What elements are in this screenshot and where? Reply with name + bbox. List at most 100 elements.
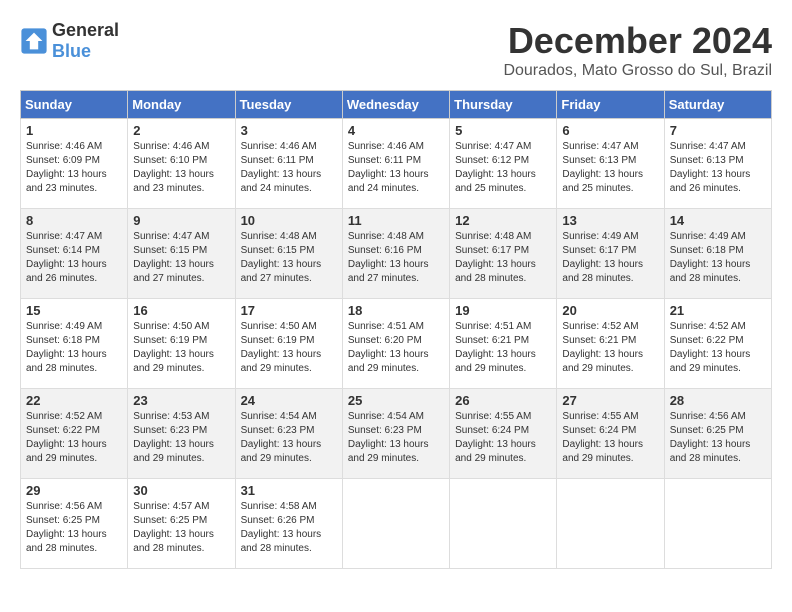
day-number: 18	[348, 303, 444, 318]
day-number: 21	[670, 303, 766, 318]
day-number: 12	[455, 213, 551, 228]
day-number: 16	[133, 303, 229, 318]
calendar-cell: 13 Sunrise: 4:49 AMSunset: 6:17 PMDayligh…	[557, 209, 664, 299]
day-number: 19	[455, 303, 551, 318]
day-info: Sunrise: 4:54 AMSunset: 6:23 PMDaylight:…	[348, 411, 429, 464]
calendar-cell: 3Sunrise: 4:46 AMSunset: 6:11 PMDaylight…	[235, 119, 342, 209]
day-info: Sunrise: 4:52 AMSunset: 6:21 PMDaylight:…	[562, 321, 643, 374]
day-info: Sunrise: 4:49 AMSunset: 6:18 PMDaylight:…	[670, 231, 751, 284]
day-number: 28	[670, 393, 766, 408]
day-info: Sunrise: 4:47 AMSunset: 6:15 PMDaylight:…	[133, 231, 214, 284]
day-info: Sunrise: 4:48 AMSunset: 6:16 PMDaylight:…	[348, 231, 429, 284]
calendar-cell: 20 Sunrise: 4:52 AMSunset: 6:21 PMDayligh…	[557, 299, 664, 389]
calendar-cell: 14 Sunrise: 4:49 AMSunset: 6:18 PMDayligh…	[664, 209, 771, 299]
calendar-cell: 24 Sunrise: 4:54 AMSunset: 6:23 PMDayligh…	[235, 389, 342, 479]
day-info: Sunrise: 4:47 AMSunset: 6:12 PMDaylight:…	[455, 141, 536, 194]
day-number: 26	[455, 393, 551, 408]
week-row-1: 1Sunrise: 4:46 AMSunset: 6:09 PMDaylight…	[21, 119, 772, 209]
calendar-cell: 28Sunrise: 4:56 AMSunset: 6:25 PMDayligh…	[664, 389, 771, 479]
calendar-cell: 6 Sunrise: 4:47 AMSunset: 6:13 PMDaylight…	[557, 119, 664, 209]
week-row-3: 15Sunrise: 4:49 AMSunset: 6:18 PMDayligh…	[21, 299, 772, 389]
day-number: 2	[133, 123, 229, 138]
day-info: Sunrise: 4:52 AMSunset: 6:22 PMDaylight:…	[670, 321, 751, 374]
day-number: 30	[133, 483, 229, 498]
calendar-cell: 27 Sunrise: 4:55 AMSunset: 6:24 PMDayligh…	[557, 389, 664, 479]
day-info: Sunrise: 4:49 AMSunset: 6:18 PMDaylight:…	[26, 321, 107, 374]
day-info: Sunrise: 4:54 AMSunset: 6:23 PMDaylight:…	[241, 411, 322, 464]
location-title: Dourados, Mato Grosso do Sul, Brazil	[503, 62, 772, 80]
day-info: Sunrise: 4:55 AMSunset: 6:24 PMDaylight:…	[455, 411, 536, 464]
header-monday: Monday	[128, 91, 235, 119]
calendar-cell: 4 Sunrise: 4:46 AMSunset: 6:11 PMDaylight…	[342, 119, 449, 209]
calendar-cell: 29 Sunrise: 4:56 AMSunset: 6:25 PMDayligh…	[21, 479, 128, 569]
header-sunday: Sunday	[21, 91, 128, 119]
day-number: 5	[455, 123, 551, 138]
day-number: 20	[562, 303, 658, 318]
day-info: Sunrise: 4:47 AMSunset: 6:13 PMDaylight:…	[670, 141, 751, 194]
calendar-cell	[342, 479, 449, 569]
day-info: Sunrise: 4:49 AMSunset: 6:17 PMDaylight:…	[562, 231, 643, 284]
day-info: Sunrise: 4:50 AMSunset: 6:19 PMDaylight:…	[133, 321, 214, 374]
day-number: 13	[562, 213, 658, 228]
page-header: General Blue December 2024 Dourados, Mat…	[20, 20, 772, 80]
calendar-cell: 31 Sunrise: 4:58 AMSunset: 6:26 PMDayligh…	[235, 479, 342, 569]
day-number: 9	[133, 213, 229, 228]
calendar-cell: 2 Sunrise: 4:46 AMSunset: 6:10 PMDaylight…	[128, 119, 235, 209]
day-number: 29	[26, 483, 122, 498]
calendar-cell: 12Sunrise: 4:48 AMSunset: 6:17 PMDayligh…	[450, 209, 557, 299]
day-number: 6	[562, 123, 658, 138]
calendar-cell: 30 Sunrise: 4:57 AMSunset: 6:25 PMDayligh…	[128, 479, 235, 569]
day-number: 22	[26, 393, 122, 408]
calendar-table: SundayMondayTuesdayWednesdayThursdayFrid…	[20, 90, 772, 569]
day-number: 17	[241, 303, 337, 318]
day-info: Sunrise: 4:46 AMSunset: 6:11 PMDaylight:…	[241, 141, 322, 194]
month-title: December 2024	[503, 20, 772, 62]
day-number: 4	[348, 123, 444, 138]
calendar-cell	[450, 479, 557, 569]
calendar-cell: 18 Sunrise: 4:51 AMSunset: 6:20 PMDayligh…	[342, 299, 449, 389]
calendar-cell: 17 Sunrise: 4:50 AMSunset: 6:19 PMDayligh…	[235, 299, 342, 389]
title-section: December 2024 Dourados, Mato Grosso do S…	[503, 20, 772, 80]
calendar-cell: 7Sunrise: 4:47 AMSunset: 6:13 PMDaylight…	[664, 119, 771, 209]
calendar-cell: 22 Sunrise: 4:52 AMSunset: 6:22 PMDayligh…	[21, 389, 128, 479]
header-tuesday: Tuesday	[235, 91, 342, 119]
calendar-cell: 23Sunrise: 4:53 AMSunset: 6:23 PMDayligh…	[128, 389, 235, 479]
calendar-cell: 10 Sunrise: 4:48 AMSunset: 6:15 PMDayligh…	[235, 209, 342, 299]
calendar-cell: 26 Sunrise: 4:55 AMSunset: 6:24 PMDayligh…	[450, 389, 557, 479]
day-info: Sunrise: 4:56 AMSunset: 6:25 PMDaylight:…	[26, 501, 107, 554]
calendar-cell: 16 Sunrise: 4:50 AMSunset: 6:19 PMDayligh…	[128, 299, 235, 389]
day-number: 14	[670, 213, 766, 228]
calendar-cell: 25Sunrise: 4:54 AMSunset: 6:23 PMDayligh…	[342, 389, 449, 479]
calendar-cell: 1Sunrise: 4:46 AMSunset: 6:09 PMDaylight…	[21, 119, 128, 209]
week-row-5: 29 Sunrise: 4:56 AMSunset: 6:25 PMDayligh…	[21, 479, 772, 569]
calendar-cell	[557, 479, 664, 569]
calendar-cell: 9 Sunrise: 4:47 AMSunset: 6:15 PMDaylight…	[128, 209, 235, 299]
day-number: 24	[241, 393, 337, 408]
day-number: 31	[241, 483, 337, 498]
calendar-cell: 8Sunrise: 4:47 AMSunset: 6:14 PMDaylight…	[21, 209, 128, 299]
day-info: Sunrise: 4:52 AMSunset: 6:22 PMDaylight:…	[26, 411, 107, 464]
header-saturday: Saturday	[664, 91, 771, 119]
day-number: 11	[348, 213, 444, 228]
day-info: Sunrise: 4:46 AMSunset: 6:11 PMDaylight:…	[348, 141, 429, 194]
calendar-cell: 11 Sunrise: 4:48 AMSunset: 6:16 PMDayligh…	[342, 209, 449, 299]
calendar-cell: 19Sunrise: 4:51 AMSunset: 6:21 PMDayligh…	[450, 299, 557, 389]
day-number: 10	[241, 213, 337, 228]
calendar-cell: 21 Sunrise: 4:52 AMSunset: 6:22 PMDayligh…	[664, 299, 771, 389]
week-row-2: 8Sunrise: 4:47 AMSunset: 6:14 PMDaylight…	[21, 209, 772, 299]
day-info: Sunrise: 4:48 AMSunset: 6:15 PMDaylight:…	[241, 231, 322, 284]
logo-general: General	[52, 20, 119, 40]
day-number: 27	[562, 393, 658, 408]
calendar-header-row: SundayMondayTuesdayWednesdayThursdayFrid…	[21, 91, 772, 119]
day-info: Sunrise: 4:46 AMSunset: 6:10 PMDaylight:…	[133, 141, 214, 194]
day-info: Sunrise: 4:58 AMSunset: 6:26 PMDaylight:…	[241, 501, 322, 554]
calendar-cell: 5 Sunrise: 4:47 AMSunset: 6:12 PMDaylight…	[450, 119, 557, 209]
day-info: Sunrise: 4:50 AMSunset: 6:19 PMDaylight:…	[241, 321, 322, 374]
calendar-cell: 15Sunrise: 4:49 AMSunset: 6:18 PMDayligh…	[21, 299, 128, 389]
logo-text: General Blue	[52, 20, 119, 62]
header-wednesday: Wednesday	[342, 91, 449, 119]
day-info: Sunrise: 4:55 AMSunset: 6:24 PMDaylight:…	[562, 411, 643, 464]
day-info: Sunrise: 4:51 AMSunset: 6:20 PMDaylight:…	[348, 321, 429, 374]
day-info: Sunrise: 4:47 AMSunset: 6:13 PMDaylight:…	[562, 141, 643, 194]
day-info: Sunrise: 4:57 AMSunset: 6:25 PMDaylight:…	[133, 501, 214, 554]
